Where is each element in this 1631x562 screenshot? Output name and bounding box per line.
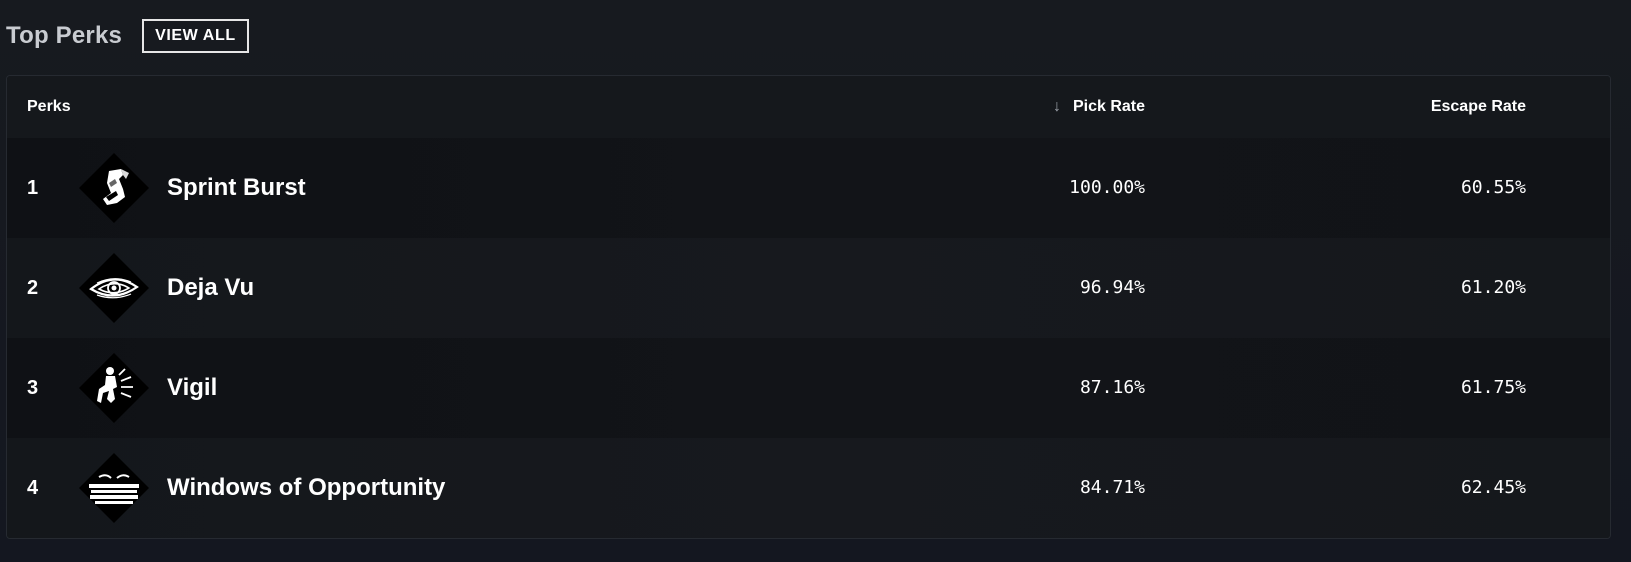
table-body: 1 Sprint Burst 100.00% 60.55% 2 Deja Vu … <box>7 138 1610 538</box>
perk-name: Deja Vu <box>167 274 255 301</box>
rank-number: 1 <box>27 177 39 199</box>
arrow-down-icon: ↓ <box>1052 98 1061 115</box>
escape-rate-value: 61.75% <box>1460 377 1526 398</box>
table-row[interactable]: 1 Sprint Burst 100.00% 60.55% <box>7 138 1610 238</box>
section-title: Top Perks <box>6 22 123 49</box>
rank-number: 4 <box>27 477 39 499</box>
pick-rate-value: 87.16% <box>1079 377 1145 398</box>
pick-rate-value: 100.00% <box>1069 177 1145 198</box>
column-header-escape-rate[interactable]: Escape Rate <box>1431 96 1526 118</box>
column-header-pick-rate-label: Pick Rate <box>1072 98 1145 115</box>
perk-name: Windows of Opportunity <box>167 474 446 501</box>
windows-of-opportunity-icon <box>79 453 149 523</box>
view-all-button[interactable]: VIEW ALL <box>142 19 249 53</box>
vigil-icon <box>79 353 149 423</box>
table-row[interactable]: 2 Deja Vu 96.94% 61.20% <box>7 238 1610 338</box>
rank-number: 3 <box>27 377 39 399</box>
top-perks-panel: Top Perks VIEW ALL Perks ↓ Pick Rate Esc… <box>0 0 1631 562</box>
perk-name: Vigil <box>167 374 218 401</box>
column-header-pick-rate[interactable]: ↓ Pick Rate <box>1050 96 1145 118</box>
rank-number: 2 <box>27 277 39 299</box>
column-header-perks[interactable]: Perks <box>27 96 71 118</box>
deja-vu-icon <box>79 253 149 323</box>
table-row[interactable]: 4 Windows of Opportunity 84.71% 62.45% <box>7 438 1610 538</box>
table-row[interactable]: 3 Vigil 87.16% 61.75% <box>7 338 1610 438</box>
pick-rate-value: 96.94% <box>1079 277 1145 298</box>
perks-table: Perks ↓ Pick Rate Escape Rate 1 Sprint B… <box>6 75 1611 539</box>
sprint-burst-icon <box>79 153 149 223</box>
escape-rate-value: 62.45% <box>1460 477 1526 498</box>
escape-rate-value: 61.20% <box>1460 277 1526 298</box>
perk-name: Sprint Burst <box>167 174 306 201</box>
pick-rate-value: 84.71% <box>1079 477 1145 498</box>
table-header: Perks ↓ Pick Rate Escape Rate <box>7 76 1610 138</box>
section-header: Top Perks VIEW ALL <box>6 19 249 53</box>
escape-rate-value: 60.55% <box>1460 177 1526 198</box>
